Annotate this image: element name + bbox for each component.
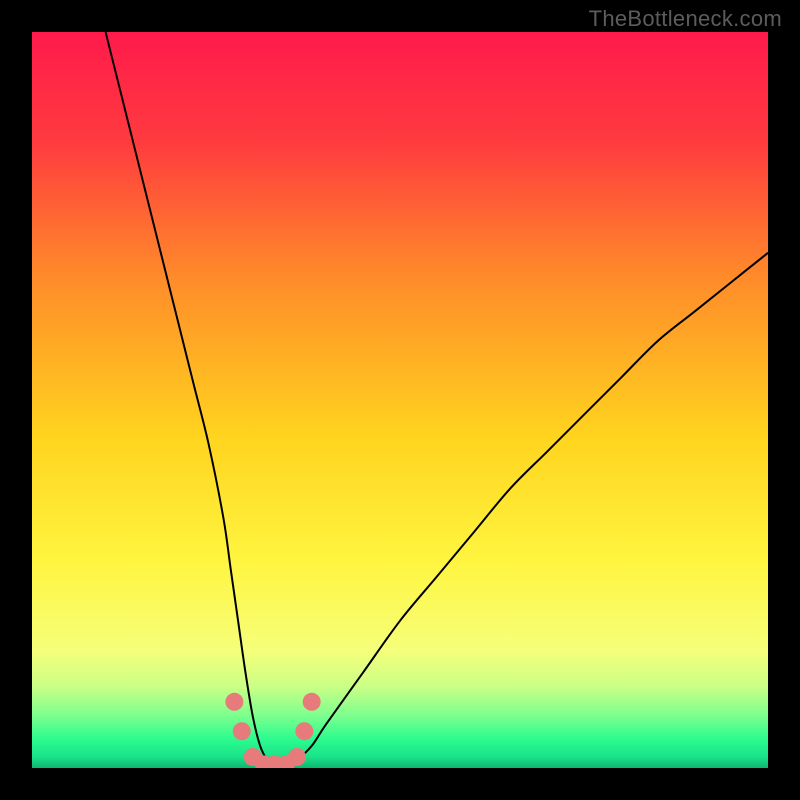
bottleneck-marker-dot: [225, 693, 243, 711]
bottleneck-marker-dot: [233, 722, 251, 740]
curve-layer: [32, 32, 768, 768]
plot-area: [32, 32, 768, 768]
chart-frame: TheBottleneck.com: [0, 0, 800, 800]
bottleneck-marker-dot: [288, 748, 306, 766]
bottleneck-marker-dot: [295, 722, 313, 740]
watermark-text: TheBottleneck.com: [589, 6, 782, 32]
bottleneck-marker-dot: [303, 693, 321, 711]
bottleneck-marker-band: [225, 693, 320, 768]
bottleneck-curve: [106, 32, 768, 768]
